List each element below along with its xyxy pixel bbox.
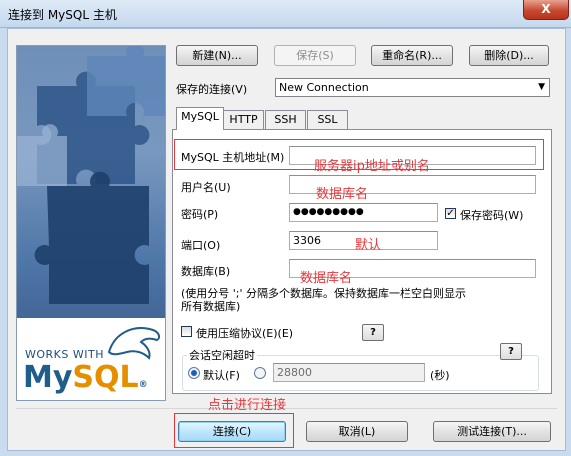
- port-annotation: 默认: [355, 238, 382, 253]
- save-password-checkbox[interactable]: ✓: [445, 208, 456, 219]
- saved-connection-value: New Connection: [279, 81, 369, 94]
- connect-annotation: 点击进行连接: [208, 398, 287, 413]
- mysql-logo: WORKS WITH MySQL®: [17, 318, 165, 400]
- footer-divider: [16, 408, 557, 409]
- compression-label: 使用压缩协议(E)(E): [196, 327, 294, 340]
- rename-button[interactable]: 重命名(R)...: [371, 45, 453, 66]
- tab-http[interactable]: HTTP: [223, 110, 264, 129]
- custom-timeout-radio[interactable]: [254, 367, 266, 379]
- user-label: 用户名(U): [181, 181, 231, 194]
- save-password-label: 保存密码(W): [460, 209, 524, 222]
- logo-sql: SQL: [72, 360, 139, 395]
- connect-button[interactable]: 连接(C): [178, 421, 286, 442]
- password-input[interactable]: ●●●●●●●●●: [289, 203, 438, 222]
- new-button[interactable]: 新建(N)...: [176, 45, 258, 66]
- logo-registered: ®: [138, 380, 148, 390]
- test-connection-button[interactable]: 测试连接(T)...: [433, 421, 551, 442]
- logo-my: My: [23, 360, 73, 395]
- window-title: 连接到 MySQL 主机: [8, 8, 117, 22]
- cancel-button[interactable]: 取消(L): [306, 421, 408, 442]
- saved-connection-select[interactable]: New Connection ▼: [275, 78, 550, 97]
- dolphin-icon: [107, 327, 161, 360]
- port-label: 端口(O): [181, 239, 221, 252]
- timeout-group-label: 会话空闲超时: [187, 347, 257, 363]
- timeout-help-button[interactable]: ?: [500, 343, 522, 360]
- host-annotation: 服务器ip地址或别名: [314, 159, 430, 174]
- tab-ssh[interactable]: SSH: [265, 110, 306, 129]
- database-annotation: 数据库名: [300, 271, 353, 286]
- tab-ssl[interactable]: SSL: [307, 110, 348, 129]
- chevron-down-icon: ▼: [538, 82, 545, 92]
- compression-checkbox[interactable]: [181, 326, 192, 337]
- mysql-logo-text: MySQL®: [23, 360, 148, 395]
- default-timeout-radio[interactable]: [188, 367, 200, 379]
- default-timeout-label: 默认(F): [203, 369, 240, 382]
- database-label: 数据库(B): [181, 265, 231, 278]
- tab-mysql[interactable]: MySQL: [176, 107, 224, 130]
- save-button[interactable]: 保存(S): [274, 45, 356, 66]
- timeout-input[interactable]: 28800: [273, 363, 425, 382]
- host-label: MySQL 主机地址(M): [181, 151, 285, 164]
- password-label: 密码(P): [181, 208, 219, 221]
- close-button[interactable]: X: [523, 0, 569, 20]
- saved-connection-label: 保存的连接(V): [176, 83, 248, 96]
- title-bar: 连接到 MySQL 主机 X: [0, 0, 571, 28]
- delete-button[interactable]: 删除(D)...: [469, 45, 549, 66]
- compression-help-button[interactable]: ?: [362, 324, 384, 341]
- close-icon: X: [541, 2, 551, 16]
- puzzle-side-image: WORKS WITH MySQL®: [16, 45, 166, 401]
- seconds-label: (秒): [430, 369, 450, 382]
- database-hint: (使用分号 ';' 分隔多个数据库。保持数据库一栏空白则显示所有数据库): [181, 287, 467, 313]
- puzzle-pieces-illustration: [17, 46, 165, 304]
- user-annotation: 数据库名: [316, 187, 369, 202]
